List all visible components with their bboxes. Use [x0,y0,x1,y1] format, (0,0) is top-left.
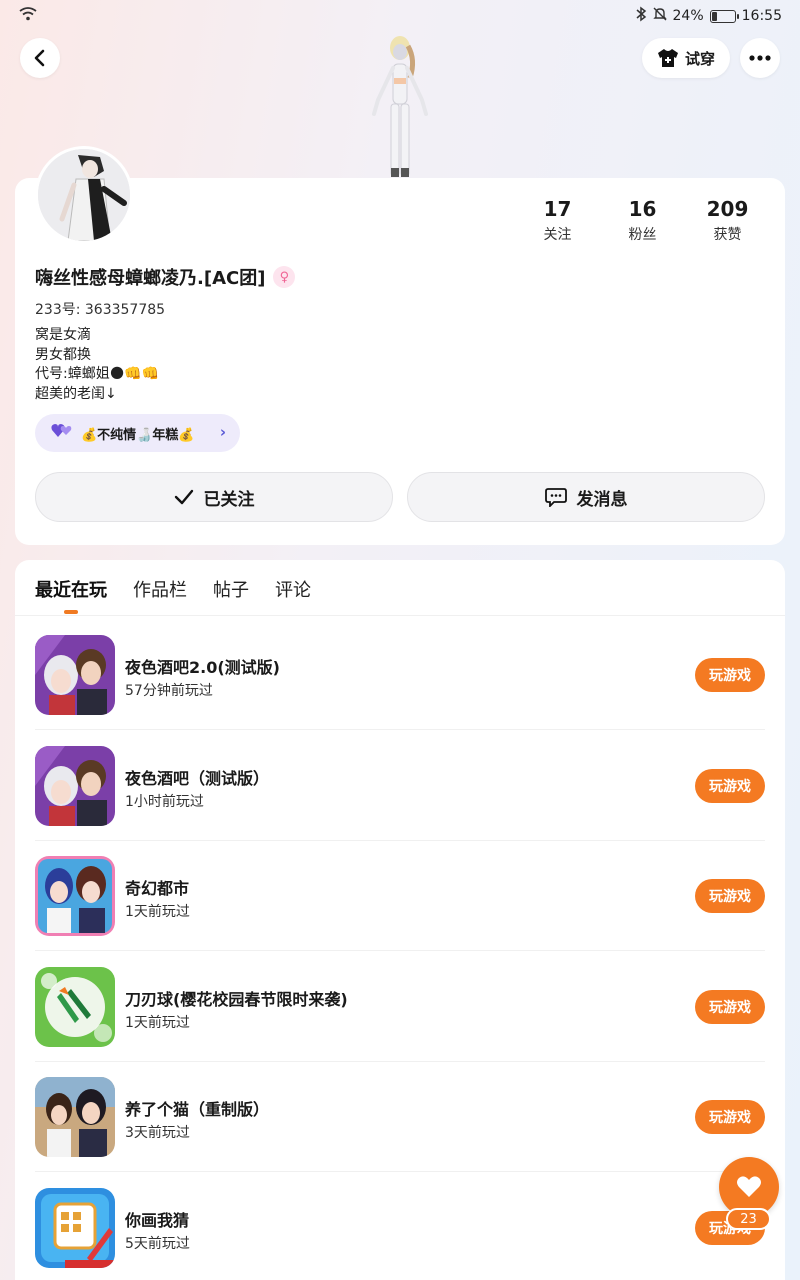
back-button[interactable] [20,38,60,78]
game-icon[interactable] [35,635,115,715]
followers-count: 16 [628,197,657,221]
followed-label: 已关注 [203,489,255,510]
divider [35,950,765,951]
message-button[interactable]: 发消息 [407,472,765,522]
game-last-played: 1天前玩过 [125,1015,190,1031]
game-last-played: 1小时前玩过 [125,794,204,810]
play-game-button[interactable]: 玩游戏 [695,769,765,803]
list-item[interactable]: 养了个猫（重制版） 3天前玩过 玩游戏 [35,1062,765,1172]
chevron-right-icon: › [219,423,226,441]
try-on-button[interactable]: 试穿 [642,38,730,78]
game-icon[interactable] [35,1188,115,1268]
female-icon: ♀ [273,266,296,288]
play-game-button[interactable]: 玩游戏 [695,879,765,913]
tabs-divider [15,615,785,616]
avatar[interactable] [35,146,133,244]
following-count: 17 [543,197,572,221]
likes-label: 获赞 [713,227,742,243]
tab-works[interactable]: 作品栏 [133,576,187,602]
list-item[interactable]: 夜色酒吧2.0(测试版) 57分钟前玩过 玩游戏 [35,620,765,730]
play-game-button[interactable]: 玩游戏 [695,658,765,692]
stats: 17 关注 16 粉丝 209 获赞 [515,196,770,244]
list-item[interactable]: 刀刃球(樱花校园春节限时来袭) 1天前玩过 玩游戏 [35,952,765,1062]
tab-posts[interactable]: 帖子 [213,576,249,602]
list-item[interactable]: 你画我猜 5天前玩过 玩游戏 [35,1173,765,1280]
like-count-badge: 23 [726,1208,771,1230]
chevron-left-icon [34,49,45,67]
more-button[interactable] [740,38,780,78]
purple-hearts-icon [51,423,73,443]
group-name: 💰不纯情🍶年糕💰 [81,427,195,443]
game-last-played: 5天前玩过 [125,1236,190,1252]
divider [35,1171,765,1172]
game-icon[interactable] [35,967,115,1047]
list-item[interactable]: 夜色酒吧（测试版） 1小时前玩过 玩游戏 [35,731,765,841]
list-item[interactable]: 奇幻都市 1天前玩过 玩游戏 [35,841,765,951]
tshirt-icon [657,49,678,67]
wifi-icon [18,6,38,26]
following-label: 关注 [543,227,572,243]
clock: 16:55 [741,8,782,24]
game-icon[interactable] [35,746,115,826]
mute-bell-icon [652,6,667,26]
likes-count: 209 [706,197,749,221]
game-title: 夜色酒吧（测试版） [125,769,270,788]
try-on-label: 试穿 [684,49,715,68]
recent-games-card: 最近在玩 作品栏 帖子 评论 夜色酒吧2.0(测试版) 57分钟前玩过 玩游戏 … [15,560,785,1280]
stat-followers[interactable]: 16 粉丝 [600,196,685,244]
bluetooth-icon [635,6,647,26]
divider [35,729,765,730]
game-icon[interactable] [35,856,115,936]
user-id: 233号: 363357785 [35,302,166,318]
status-bar: 24% 16:55 [0,0,800,32]
game-title: 奇幻都市 [125,879,190,898]
game-icon[interactable] [35,1077,115,1157]
game-title: 刀刃球(樱花校园春节限时来袭) [125,990,348,1009]
game-title: 你画我猜 [125,1211,190,1230]
followed-button[interactable]: 已关注 [35,472,393,522]
tab-comments[interactable]: 评论 [275,576,311,602]
chat-bubble-icon [544,488,567,507]
tab-recently-played[interactable]: 最近在玩 [35,576,107,614]
play-game-button[interactable]: 玩游戏 [695,990,765,1024]
tab-bar: 最近在玩 作品栏 帖子 评论 [35,576,311,614]
game-last-played: 1天前玩过 [125,904,190,920]
game-title: 夜色酒吧2.0(测试版) [125,658,280,677]
stat-following[interactable]: 17 关注 [515,196,600,244]
heart-icon [737,1176,761,1197]
game-last-played: 3天前玩过 [125,1125,190,1141]
bio: 窝是女滴 男女都换 代号:蟑螂姐🌑👊👊 超美的老闺↓ [35,326,159,404]
game-last-played: 57分钟前玩过 [125,683,213,699]
profile-card: 17 关注 16 粉丝 209 获赞 嗨丝性感母蟑螂凌乃.[AC团] ♀ 233… [15,178,785,545]
more-dots-icon [749,55,771,61]
nickname: 嗨丝性感母蟑螂凌乃.[AC团] [35,268,266,289]
stat-likes[interactable]: 209 获赞 [685,196,770,244]
bio-line: 窝是女滴 [35,327,91,343]
bio-line: 代号:蟑螂姐🌑👊👊 [35,366,160,382]
checkmark-icon [174,489,193,505]
followers-label: 粉丝 [628,227,657,243]
bio-line: 男女都换 [35,346,91,363]
nickname-row: 嗨丝性感母蟑螂凌乃.[AC团] ♀ [35,264,296,290]
game-title: 养了个猫（重制版） [125,1100,270,1119]
battery-percent: 24% [672,8,704,24]
bio-line: 超美的老闺↓ [35,385,117,402]
character-figure[interactable] [360,34,440,179]
play-game-button[interactable]: 玩游戏 [695,1100,765,1134]
group-chip[interactable]: 💰不纯情🍶年糕💰 › [35,414,240,452]
message-label: 发消息 [576,489,628,510]
battery-icon [709,9,739,23]
